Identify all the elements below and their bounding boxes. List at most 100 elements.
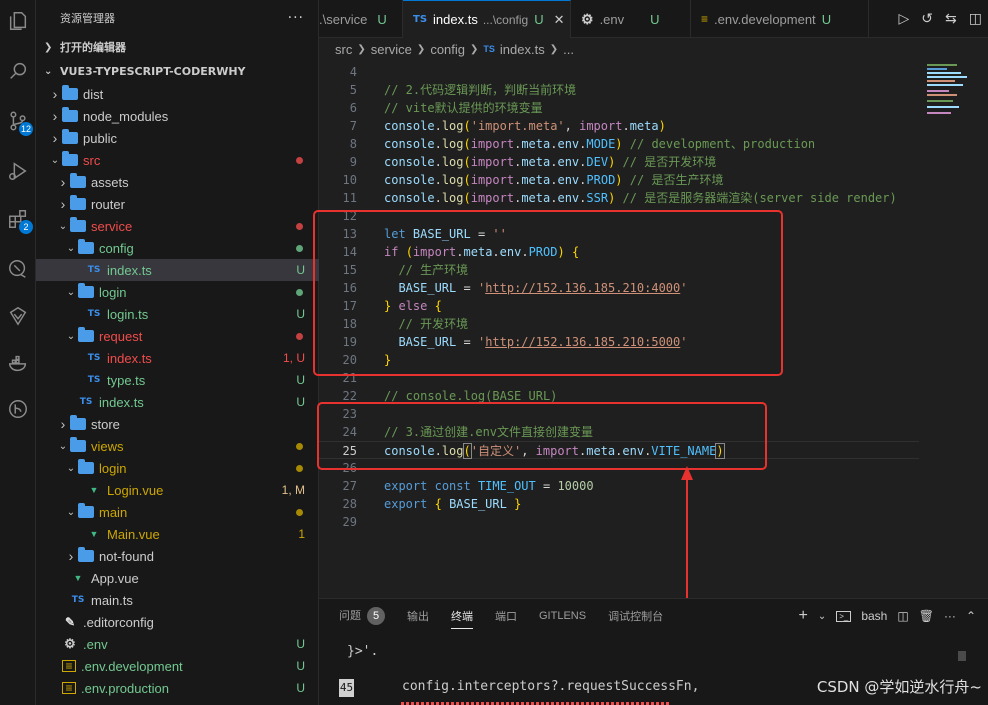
tree-item[interactable]: ▼ Main.vue 1 <box>36 523 319 545</box>
explorer-icon[interactable] <box>5 8 31 34</box>
tree-item[interactable]: › dist <box>36 83 319 105</box>
split-editor-icon[interactable]: ◫ <box>969 11 982 27</box>
testing-icon[interactable] <box>5 303 31 329</box>
docker-icon[interactable] <box>5 350 31 376</box>
tree-item[interactable]: › not-found <box>36 545 319 567</box>
git-status-badge: U <box>296 681 305 695</box>
more-actions-icon[interactable]: ··· <box>944 609 956 623</box>
run-debug-icon[interactable] <box>5 158 31 184</box>
tab-env-development[interactable]: ≡ .env.development U <box>691 0 869 38</box>
breadcrumb-service[interactable]: service <box>371 42 412 57</box>
folder-icon <box>62 107 78 124</box>
tree-item[interactable]: ⚙ .env U <box>36 633 319 655</box>
tab-ports[interactable]: 端口 <box>495 608 517 624</box>
tab-debug-console[interactable]: 调试控制台 <box>608 608 663 624</box>
tree-item[interactable]: › node_modules <box>36 105 319 127</box>
tab-env[interactable]: ⚙ .env U <box>571 0 691 38</box>
tab-gitlens[interactable]: GITLENS <box>539 610 586 622</box>
tree-item-label: App.vue <box>91 570 139 586</box>
tab-terminal[interactable]: 终端 <box>451 608 473 629</box>
more-actions-icon[interactable]: ··· <box>288 10 304 26</box>
tree-item[interactable]: ⌄ login <box>36 457 319 479</box>
chevron-up-icon[interactable]: ⌃ <box>966 609 976 623</box>
code-line[interactable]: 7 console.log('import.meta', import.meta) <box>319 117 666 135</box>
tree-item[interactable]: ✎ .editorconfig <box>36 611 319 633</box>
code-line[interactable]: 29 <box>319 513 384 531</box>
tree-item[interactable]: ⌄ views <box>36 435 319 457</box>
breadcrumb: src ❯ service ❯ config ❯ TS index.ts ❯ .… <box>319 38 988 60</box>
typescript-icon: TS <box>71 595 85 605</box>
close-icon[interactable]: ✕ <box>554 12 565 28</box>
tree-item[interactable]: › router <box>36 193 319 215</box>
chevron-down-icon: ⌄ <box>66 330 76 342</box>
folder-shape <box>70 415 86 430</box>
line-number: 27 <box>342 479 357 493</box>
tree-item[interactable]: ≡ .env.development U <box>36 655 319 677</box>
folder-icon <box>70 217 86 234</box>
git-status-badge: 1, U <box>282 351 305 365</box>
run-icon[interactable]: ▷ <box>899 11 910 27</box>
code-line[interactable]: 6 // vite默认提供的环境变量 <box>319 99 543 117</box>
tree-item[interactable]: ⌄ src <box>36 149 319 171</box>
project-section[interactable]: ⌄ VUE3-TYPESCRIPT-CODERWHY <box>36 60 318 82</box>
tree-item[interactable]: ⌄ request <box>36 325 319 347</box>
open-editors-section[interactable]: ❯ 打开的编辑器 <box>36 36 318 58</box>
tree-item[interactable]: TS main.ts <box>36 589 319 611</box>
tree-item[interactable]: › public <box>36 127 319 149</box>
tab-service[interactable]: .\service U <box>319 0 403 38</box>
code-line[interactable]: 27 export const TIME_OUT = 10000 <box>319 477 594 495</box>
code-line[interactable]: 8 console.log(import.meta.env.MODE) // de… <box>319 135 815 153</box>
code-text: export const TIME_OUT = 10000 <box>384 479 594 493</box>
folder-icon <box>70 195 86 212</box>
code-line[interactable]: 28 export { BASE_URL } <box>319 495 522 513</box>
gitlens-icon[interactable] <box>5 396 31 422</box>
tree-item[interactable]: TS type.ts U <box>36 369 319 391</box>
tab-output[interactable]: 输出 <box>407 608 429 624</box>
timeline-icon[interactable]: ↺ <box>921 11 933 27</box>
breadcrumb-config[interactable]: config <box>430 42 465 57</box>
tree-item[interactable]: ⌄ config <box>36 237 319 259</box>
remote-explorer-icon[interactable] <box>5 256 31 282</box>
shell-name[interactable]: bash <box>861 609 887 623</box>
tree-item[interactable]: ⌄ service <box>36 215 319 237</box>
tree-item[interactable]: TS index.ts 1, U <box>36 347 319 369</box>
code-line[interactable]: 11 console.log(import.meta.env.SSR) // 是否… <box>319 189 897 207</box>
code-line[interactable]: 5 // 2.代码逻辑判断，判断当前环境 <box>319 81 576 99</box>
code-line[interactable]: 10 console.log(import.meta.env.PROD) // 是… <box>319 171 724 189</box>
code-editor[interactable]: 4 5 // 2.代码逻辑判断，判断当前环境 6 // vite默认提供的环境变量 7 co… <box>313 60 919 630</box>
tree-item[interactable]: TS index.ts U <box>36 391 319 413</box>
terminal-scrollbar[interactable] <box>958 651 966 661</box>
compare-icon[interactable]: ⇆ <box>945 11 957 27</box>
new-terminal-icon[interactable]: + <box>798 607 807 625</box>
source-control-icon[interactable]: 12 <box>5 108 33 136</box>
chevron-down-icon[interactable]: ⌄ <box>818 611 826 622</box>
tree-item[interactable]: ≡ .env.production U <box>36 677 319 699</box>
breadcrumb-symbol[interactable]: ... <box>563 42 574 57</box>
tree-item[interactable]: TS login.ts U <box>36 303 319 325</box>
code-line[interactable]: 4 <box>319 63 384 81</box>
tree-item[interactable]: ⌄ login <box>36 281 319 303</box>
tree-item[interactable]: TS index.ts U <box>36 259 319 281</box>
tree-item-label: config <box>99 240 134 256</box>
status-dot <box>296 464 303 472</box>
source-control-badge: 12 <box>19 122 33 136</box>
tree-item[interactable]: ⌄ main <box>36 501 319 523</box>
breadcrumb-src[interactable]: src <box>335 42 352 57</box>
tree-item[interactable]: ▼ App.vue <box>36 567 319 589</box>
extensions-icon[interactable]: 2 <box>5 206 33 234</box>
split-terminal-icon[interactable]: ◫ <box>897 609 908 623</box>
tree-item[interactable]: › assets <box>36 171 319 193</box>
tab-index-ts[interactable]: TS index.ts ...\config U ✕ <box>403 0 571 38</box>
tree-item-label: .env <box>83 636 108 652</box>
status-dot <box>296 288 303 296</box>
search-icon[interactable] <box>5 58 31 84</box>
trash-icon[interactable]: 🗑 <box>919 609 934 623</box>
chevron-right-icon: ❯ <box>549 43 559 55</box>
code-line[interactable]: 9 console.log(import.meta.env.DEV) // 是否开… <box>319 153 716 171</box>
breadcrumb-file[interactable]: index.ts <box>500 42 545 57</box>
tree-item[interactable]: › store <box>36 413 319 435</box>
folder-shape <box>78 239 94 254</box>
minimap[interactable] <box>919 60 988 598</box>
tree-item[interactable]: ▼ Login.vue 1, M <box>36 479 319 501</box>
tab-problems[interactable]: 问题 5 <box>339 607 385 625</box>
